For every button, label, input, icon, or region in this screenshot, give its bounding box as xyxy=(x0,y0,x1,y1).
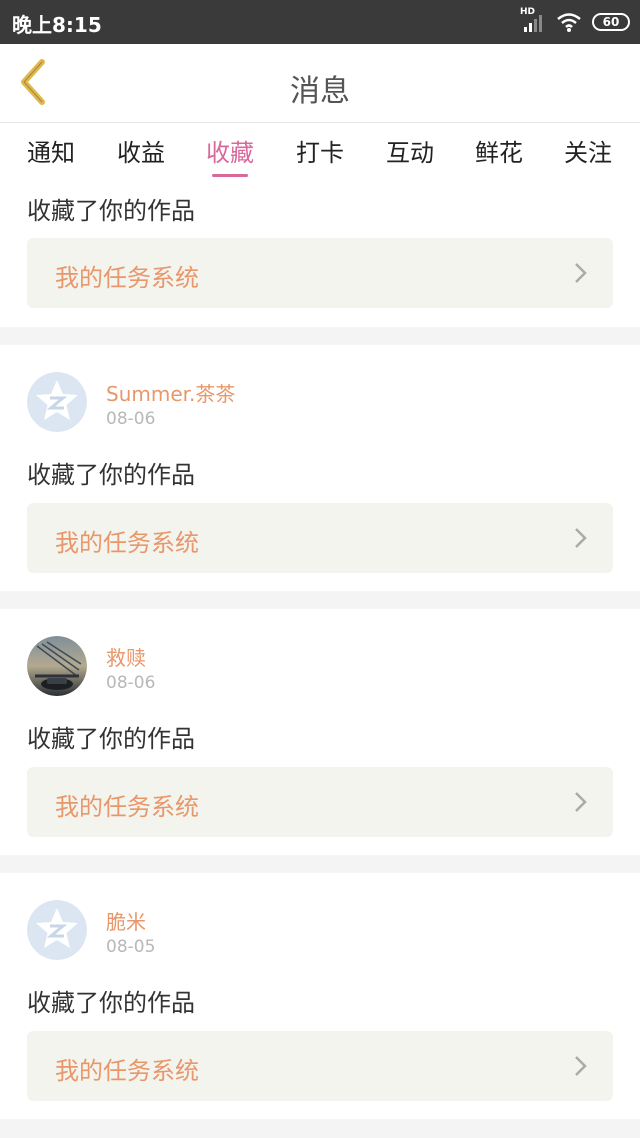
message-date: 08-05 xyxy=(106,937,156,957)
message-card: 救赎 08-06 收藏了你的作品 我的任务系统 xyxy=(0,609,640,855)
tab-active-indicator xyxy=(212,174,248,177)
status-icons: HD 60 xyxy=(520,7,630,36)
chevron-right-icon xyxy=(575,263,587,283)
tab-bar: 通知 收益 收藏 打卡 互动 鲜花 关注 xyxy=(0,123,640,181)
photo-avatar-image xyxy=(27,636,87,696)
qq-default-avatar-icon xyxy=(27,372,87,432)
chevron-right-icon xyxy=(575,528,587,548)
linked-work-title: 我的任务系统 xyxy=(55,264,199,292)
avatar[interactable] xyxy=(27,636,87,696)
linked-work-button[interactable]: 我的任务系统 xyxy=(27,503,613,573)
username[interactable]: Summer.茶茶 xyxy=(106,378,235,407)
username[interactable]: 救赎 xyxy=(106,642,146,671)
tab-flowers[interactable]: 鲜花 xyxy=(459,133,539,177)
battery-icon: 60 xyxy=(592,13,630,31)
message-card: 脆米 08-05 收藏了你的作品 我的任务系统 xyxy=(0,873,640,1119)
linked-work-button[interactable]: 我的任务系统 xyxy=(27,238,613,308)
message-card: 收藏了你的作品 我的任务系统 xyxy=(0,181,640,327)
qq-default-avatar-icon xyxy=(27,900,87,960)
message-action-text: 收藏了你的作品 xyxy=(27,989,195,1017)
tab-notifications[interactable]: 通知 xyxy=(11,133,91,177)
chevron-right-icon xyxy=(575,792,587,812)
wifi-icon xyxy=(556,11,582,33)
message-card: Summer.茶茶 08-06 收藏了你的作品 我的任务系统 xyxy=(0,345,640,591)
tab-checkin[interactable]: 打卡 xyxy=(280,133,360,177)
status-time: 晚上8:15 xyxy=(12,13,102,37)
header: 消息 xyxy=(0,44,640,123)
message-action-text: 收藏了你的作品 xyxy=(27,197,195,225)
linked-work-title: 我的任务系统 xyxy=(55,1057,199,1085)
username[interactable]: 脆米 xyxy=(106,906,146,935)
message-date: 08-06 xyxy=(106,409,156,429)
message-action-text: 收藏了你的作品 xyxy=(27,725,195,753)
tab-favorites-label: 收藏 xyxy=(206,139,254,167)
tab-favorites[interactable]: 收藏 xyxy=(190,133,270,177)
avatar[interactable] xyxy=(27,372,87,432)
tab-earnings[interactable]: 收益 xyxy=(101,133,181,177)
tab-follow[interactable]: 关注 xyxy=(548,133,628,177)
linked-work-button[interactable]: 我的任务系统 xyxy=(27,1031,613,1101)
linked-work-button[interactable]: 我的任务系统 xyxy=(27,767,613,837)
page-title: 消息 xyxy=(290,74,350,109)
linked-work-title: 我的任务系统 xyxy=(55,793,199,821)
tab-interaction[interactable]: 互动 xyxy=(370,133,450,177)
message-action-text: 收藏了你的作品 xyxy=(27,461,195,489)
message-date: 08-06 xyxy=(106,673,156,693)
signal-icon: HD xyxy=(520,7,546,33)
avatar[interactable] xyxy=(27,900,87,960)
linked-work-title: 我的任务系统 xyxy=(55,529,199,557)
chevron-right-icon xyxy=(575,1056,587,1076)
status-bar: 晚上8:15 HD 60 xyxy=(0,0,640,44)
